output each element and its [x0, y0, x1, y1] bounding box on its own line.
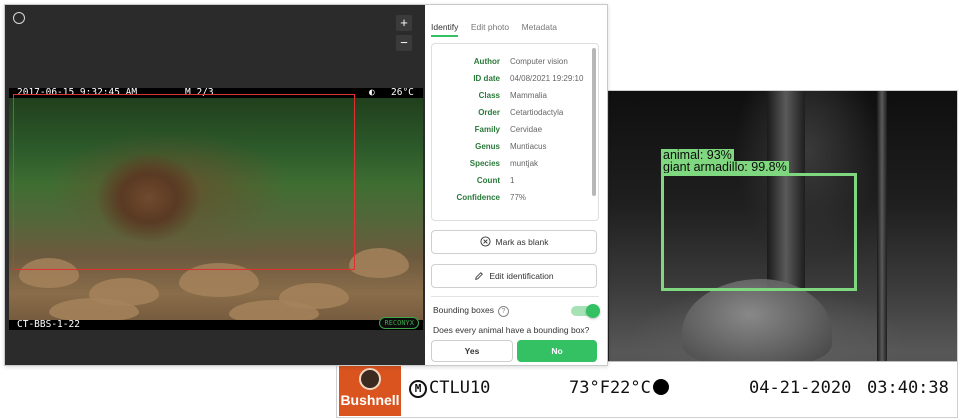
photo-bottom-strip: CT-BBS-1-22 RECONYX: [9, 317, 423, 330]
info-key: Genus: [475, 142, 500, 151]
info-value: Computer vision: [510, 57, 568, 66]
info-key: ID date: [473, 74, 500, 83]
info-key: Author: [473, 57, 500, 66]
info-key: Count: [476, 176, 500, 185]
info-key: Confidence: [456, 193, 500, 202]
info-row-species: Species muntjak: [432, 158, 592, 170]
yes-button[interactable]: Yes: [431, 340, 513, 362]
photo-station: CT-BBS-1-22: [17, 319, 80, 330]
panel-tabs: Identify Edit photo Metadata: [431, 17, 565, 37]
help-icon[interactable]: ?: [497, 306, 509, 317]
info-row-genus: Genus Muntiacus: [432, 141, 592, 153]
pencil-icon: [475, 272, 484, 280]
zoom-out-button[interactable]: −: [396, 35, 412, 51]
camera-time: 03:40:38: [867, 378, 949, 398]
info-value: 77%: [510, 193, 527, 202]
info-row-class: Class Mammalia: [432, 90, 592, 102]
photo-viewer[interactable]: + − 2017-06-15 9:32:45 AM M 2/3 ◐ 26°C C…: [5, 5, 425, 365]
leaf-litter: [349, 248, 409, 278]
identification-window: + − 2017-06-15 9:32:45 AM M 2/3 ◐ 26°C C…: [4, 4, 608, 366]
detection-bounding-box: [661, 173, 857, 291]
info-value: 04/08/2021 19:29:10: [510, 74, 584, 83]
mark-as-blank-button[interactable]: Mark as blank: [431, 230, 597, 254]
zoom-in-button[interactable]: +: [396, 15, 412, 31]
mark-as-blank-label: Mark as blank: [495, 237, 549, 247]
identify-panel: Identify Edit photo Metadata Author Compu…: [425, 5, 607, 365]
camera-date: 04-21-2020: [749, 378, 852, 398]
moon-phase-icon: ◐: [369, 88, 375, 98]
info-value: Cervidae: [510, 125, 543, 134]
info-row-author: Author Computer vision: [432, 56, 592, 68]
info-value: 1: [510, 176, 515, 185]
tab-edit-photo[interactable]: Edit photo: [471, 22, 509, 35]
info-key: Species: [469, 159, 500, 168]
bounding-boxes-toggle[interactable]: [571, 304, 600, 318]
panel-divider: [431, 296, 599, 297]
bounding-box-question: Does every animal have a bounding box?: [433, 325, 590, 335]
info-row-count: Count 1: [432, 175, 592, 187]
info-key: Class: [478, 91, 500, 100]
photo-temperature: 26°C: [391, 88, 414, 98]
info-value: Cetartiodactyla: [510, 108, 564, 117]
details-scrollbar-thumb[interactable]: [592, 48, 596, 196]
tab-metadata[interactable]: Metadata: [522, 22, 557, 35]
bounding-boxes-setting: Bounding boxes?: [433, 305, 509, 317]
info-row-confidence: Confidence 77%: [432, 192, 592, 204]
select-circle-icon[interactable]: [13, 12, 25, 24]
camera-temperature-text: 73°F22°C: [569, 378, 651, 398]
info-key: Order: [478, 108, 500, 117]
bushnell-brand: Bushnell: [340, 392, 400, 408]
camera-id: M CTLU10: [409, 378, 490, 398]
bushnell-logo: Bushnell: [339, 364, 401, 416]
camera-info-bar: Bushnell M CTLU10 73°F22°C 04-21-2020 03:…: [337, 361, 957, 417]
info-key: Family: [474, 125, 500, 134]
m-circle-icon: M: [409, 380, 427, 398]
info-row-id-date: ID date 04/08/2021 19:29:10: [432, 73, 592, 85]
edit-identification-button[interactable]: Edit identification: [431, 264, 597, 288]
armadillo-silhouette: [682, 279, 832, 367]
camera-id-text: CTLU10: [429, 378, 491, 398]
info-value: Muntiacus: [510, 142, 547, 151]
info-row-order: Order Cetartiodactyla: [432, 107, 592, 119]
edit-identification-label: Edit identification: [489, 271, 554, 281]
close-circle-icon: [479, 236, 491, 247]
toggle-knob: [586, 304, 600, 318]
info-value: muntjak: [510, 159, 539, 168]
bounding-box[interactable]: [13, 94, 355, 270]
identification-details: Author Computer vision ID date 04/08/2021 …: [431, 43, 599, 221]
no-button[interactable]: No: [517, 340, 597, 362]
moon-phase-icon: [652, 379, 669, 395]
camera-trap-photo: 2017-06-15 9:32:45 AM M 2/3 ◐ 26°C CT-BB…: [9, 88, 423, 330]
info-value: Mammalia: [510, 91, 547, 100]
tree-trunk: [877, 91, 887, 371]
camera-temperature: 73°F22°C: [569, 378, 669, 398]
tab-identify[interactable]: Identify: [431, 22, 459, 37]
bounding-boxes-label: Bounding boxes: [433, 305, 494, 315]
reconyx-logo: RECONYX: [379, 317, 419, 329]
bushnell-emblem-icon: [359, 368, 381, 390]
info-row-family: Family Cervidae: [432, 124, 592, 136]
